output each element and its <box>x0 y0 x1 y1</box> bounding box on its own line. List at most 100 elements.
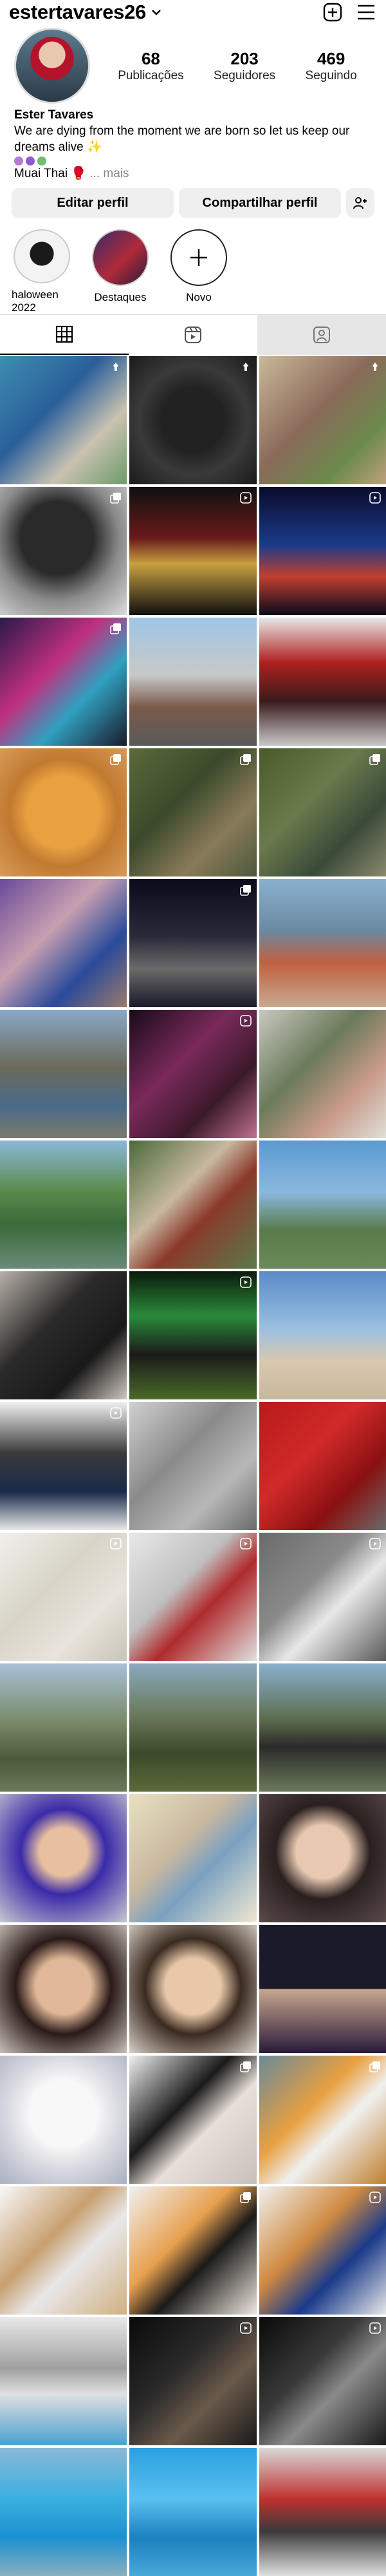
post-thumbnail[interactable] <box>0 1663 127 1792</box>
post-thumbnail[interactable] <box>259 2056 386 2184</box>
story-highlights: haloween 2022 Destaques Novo <box>0 218 386 314</box>
carousel-icon <box>110 754 121 765</box>
post-thumbnail[interactable] <box>0 1010 127 1138</box>
post-thumbnail[interactable] <box>129 1663 257 1792</box>
badge-icon <box>37 156 46 166</box>
post-thumbnail[interactable] <box>0 487 127 615</box>
post-thumbnail[interactable] <box>129 487 257 615</box>
followers-label: Seguidores <box>214 68 276 82</box>
post-thumbnail[interactable] <box>0 879 127 1007</box>
post-thumbnail[interactable] <box>259 1533 386 1661</box>
following-stat[interactable]: 469 Seguindo <box>306 49 357 83</box>
carousel-icon <box>369 754 380 765</box>
reel-icon <box>369 2192 381 2203</box>
posts-grid <box>0 355 386 2576</box>
post-thumbnail[interactable] <box>259 1402 386 1530</box>
post-thumbnail[interactable] <box>0 2317 127 2445</box>
post-thumbnail[interactable] <box>259 356 386 484</box>
post-thumbnail[interactable] <box>259 618 386 746</box>
bio-interests: Muai Thai 🥊 <box>14 167 87 180</box>
post-thumbnail[interactable] <box>129 1271 257 1399</box>
reel-icon <box>369 492 381 504</box>
post-thumbnail[interactable] <box>0 2448 127 2576</box>
highlight-cover <box>92 229 149 286</box>
bio: Ester Tavares We are dying from the mome… <box>0 102 386 182</box>
posts-count: 68 <box>141 48 160 68</box>
post-thumbnail[interactable] <box>129 356 257 484</box>
post-thumbnail[interactable] <box>259 879 386 1007</box>
pin-icon <box>243 363 248 371</box>
highlight-cover <box>14 229 70 283</box>
add-person-button[interactable] <box>346 188 374 218</box>
post-thumbnail[interactable] <box>0 1271 127 1399</box>
profile-stats: 68 Publicações 203 Seguidores 469 Seguin… <box>103 49 372 83</box>
post-thumbnail[interactable] <box>0 2056 127 2184</box>
post-thumbnail[interactable] <box>259 1010 386 1138</box>
reel-icon <box>240 1015 252 1027</box>
post-thumbnail[interactable] <box>259 1925 386 2053</box>
post-thumbnail[interactable] <box>0 2186 127 2315</box>
profile-actions: Editar perfil Compartilhar perfil <box>0 182 386 218</box>
bio-emoji-badges <box>14 156 372 166</box>
tab-tagged[interactable] <box>257 315 386 355</box>
post-thumbnail[interactable] <box>129 1402 257 1530</box>
reel-icon <box>240 2322 252 2334</box>
post-thumbnail[interactable] <box>259 2317 386 2445</box>
post-thumbnail[interactable] <box>129 1925 257 2053</box>
pin-icon <box>372 363 378 371</box>
post-thumbnail[interactable] <box>0 1533 127 1661</box>
highlight-label: Novo <box>186 291 212 303</box>
post-thumbnail[interactable] <box>129 2056 257 2184</box>
post-thumbnail[interactable] <box>259 1271 386 1399</box>
plus-square-icon[interactable] <box>322 1 344 23</box>
post-thumbnail[interactable] <box>259 2448 386 2576</box>
post-thumbnail[interactable] <box>0 1794 127 1922</box>
post-thumbnail[interactable] <box>0 1402 127 1530</box>
highlight-haloween[interactable]: haloween 2022 <box>12 229 72 314</box>
post-thumbnail[interactable] <box>0 1925 127 2053</box>
post-thumbnail[interactable] <box>0 748 127 876</box>
post-thumbnail[interactable] <box>129 1141 257 1269</box>
post-thumbnail[interactable] <box>259 487 386 615</box>
carousel-icon <box>240 754 251 765</box>
carousel-icon <box>110 493 121 504</box>
post-thumbnail[interactable] <box>129 618 257 746</box>
avatar[interactable] <box>14 28 90 104</box>
post-thumbnail[interactable] <box>129 2317 257 2445</box>
post-thumbnail[interactable] <box>0 1141 127 1269</box>
post-thumbnail[interactable] <box>259 2186 386 2315</box>
posts-stat[interactable]: 68 Publicações <box>118 49 183 83</box>
post-thumbnail[interactable] <box>129 2186 257 2315</box>
bio-line-1: We are dying from the moment we are born… <box>14 124 350 138</box>
highlight-new[interactable]: Novo <box>169 229 229 314</box>
badge-icon <box>26 156 35 166</box>
hamburger-menu-icon[interactable] <box>355 1 377 23</box>
post-thumbnail[interactable] <box>129 748 257 876</box>
post-thumbnail[interactable] <box>259 1663 386 1792</box>
profile-header: 68 Publicações 203 Seguidores 469 Seguin… <box>0 24 386 104</box>
profile-tabs <box>0 314 386 355</box>
post-thumbnail[interactable] <box>129 1794 257 1922</box>
post-thumbnail[interactable] <box>129 2448 257 2576</box>
reels-icon <box>185 327 201 343</box>
share-profile-button[interactable]: Compartilhar perfil <box>179 188 341 218</box>
post-thumbnail[interactable] <box>0 356 127 484</box>
tab-grid[interactable] <box>0 315 129 355</box>
tab-reels[interactable] <box>129 315 257 355</box>
chevron-down-icon[interactable] <box>151 6 161 19</box>
bio-more-link[interactable]: ... mais <box>89 167 129 180</box>
post-thumbnail[interactable] <box>129 1010 257 1138</box>
username[interactable]: estertavares26 <box>9 1 146 24</box>
post-thumbnail[interactable] <box>259 1794 386 1922</box>
post-thumbnail[interactable] <box>129 879 257 1007</box>
edit-profile-button[interactable]: Editar perfil <box>12 188 174 218</box>
reel-icon <box>369 1538 381 1549</box>
post-thumbnail[interactable] <box>259 1141 386 1269</box>
followers-stat[interactable]: 203 Seguidores <box>214 49 275 83</box>
post-thumbnail[interactable] <box>259 748 386 876</box>
reel-icon <box>240 492 252 504</box>
post-thumbnail[interactable] <box>129 1533 257 1661</box>
post-thumbnail[interactable] <box>0 618 127 746</box>
highlight-destaques[interactable]: Destaques <box>90 229 151 314</box>
carousel-icon <box>240 2061 251 2072</box>
